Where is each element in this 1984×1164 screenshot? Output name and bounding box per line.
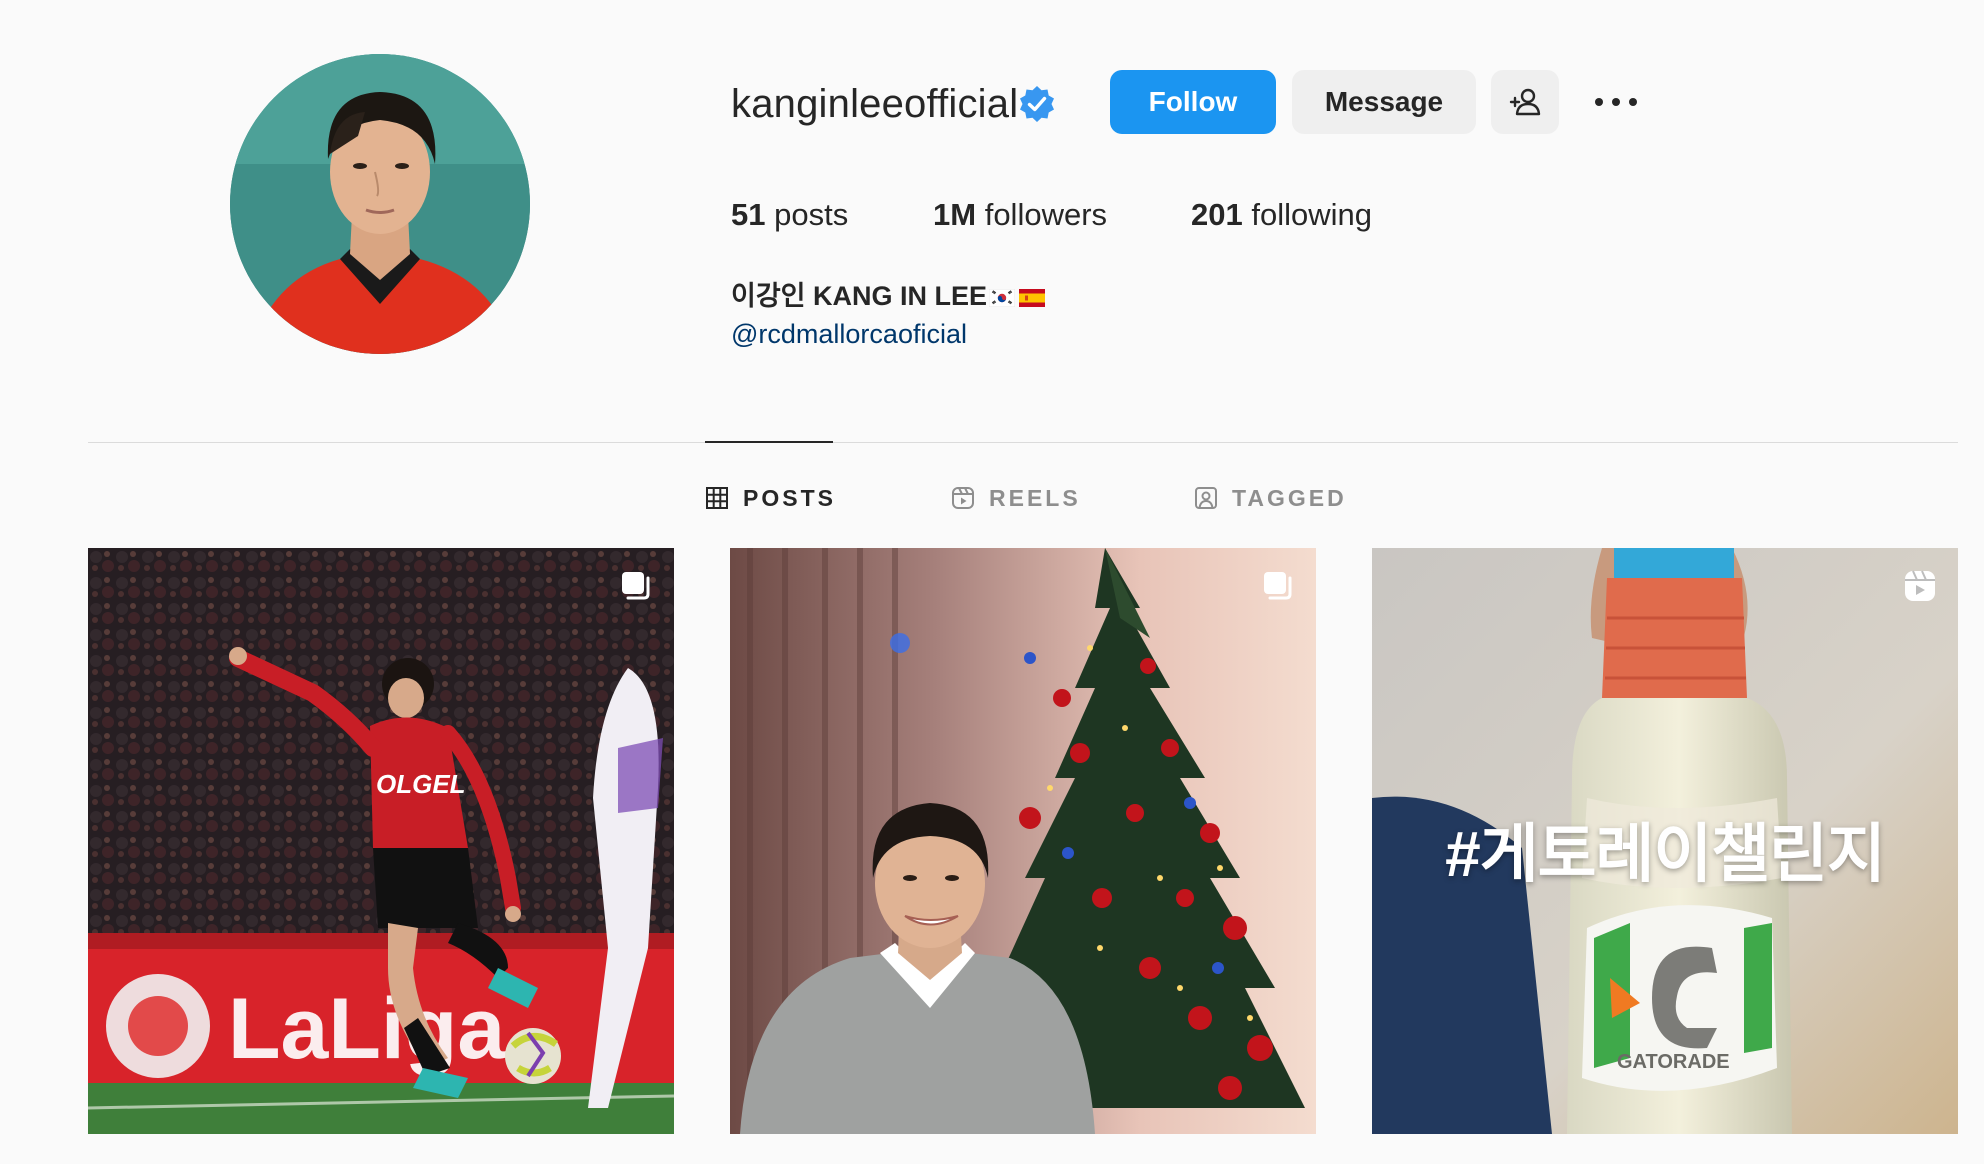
- svg-text:LaLiga: LaLiga: [228, 981, 506, 1077]
- man-beside-christmas-tree-photo: [730, 548, 1316, 1134]
- carousel-icon: [622, 572, 650, 600]
- profile-page: kanginleeofficial Follow Message 51 post…: [0, 0, 1984, 1164]
- bio-flags: [989, 288, 1046, 307]
- followers-count-value: 1M: [933, 197, 977, 232]
- tab-posts[interactable]: POSTS: [705, 478, 836, 518]
- svg-text:OLGEL: OLGEL: [376, 769, 466, 799]
- post-thumbnail[interactable]: GATORADE #게토레이챌린지: [1372, 548, 1958, 1134]
- tagged-icon: [1195, 487, 1217, 509]
- bio-mention-link[interactable]: @rcdmallorcaoficial: [731, 314, 967, 354]
- profile-username: kanginleeofficial: [731, 82, 1019, 126]
- profile-avatar[interactable]: [230, 54, 530, 354]
- add-person-icon: [1509, 88, 1541, 116]
- tab-reels[interactable]: REELS: [951, 478, 1081, 518]
- tab-tagged-label: TAGGED: [1232, 484, 1347, 511]
- profile-photo: [230, 54, 530, 354]
- tab-tagged[interactable]: TAGGED: [1194, 478, 1347, 518]
- suggested-accounts-button[interactable]: [1491, 70, 1559, 134]
- svg-text:GATORADE: GATORADE: [1617, 1051, 1730, 1073]
- post-thumbnail[interactable]: LaLiga OLGEL: [88, 548, 674, 1134]
- grid-icon: [706, 487, 728, 509]
- more-horizontal-icon: [1595, 98, 1637, 106]
- posts-count-value: 51: [731, 197, 766, 232]
- reels-icon: [952, 487, 974, 509]
- tab-posts-label: POSTS: [743, 484, 836, 511]
- verified-badge-icon: [1020, 86, 1054, 122]
- followers-count[interactable]: 1M followers: [933, 190, 1107, 240]
- reel-icon: [1905, 570, 1935, 601]
- footballer-kicking-ball-photo: LaLiga OLGEL: [88, 548, 674, 1134]
- message-button[interactable]: Message: [1292, 70, 1476, 134]
- following-count-value: 201: [1191, 197, 1243, 232]
- bio-name-text: 이강인 KANG IN LEE: [731, 281, 988, 311]
- tabs-divider: [88, 442, 1958, 443]
- follow-button[interactable]: Follow: [1110, 70, 1276, 134]
- more-options-button[interactable]: [1590, 82, 1642, 122]
- followers-count-label: followers: [984, 197, 1108, 232]
- tab-reels-label: REELS: [989, 484, 1081, 511]
- carousel-icon: [1264, 572, 1292, 600]
- active-tab-indicator: [705, 441, 833, 443]
- posts-count: 51 posts: [731, 190, 848, 240]
- following-count-label: following: [1251, 197, 1372, 232]
- spain-flag-icon: [1019, 288, 1046, 307]
- post-overlay-text: #게토레이챌린지: [1445, 818, 1886, 890]
- south-korea-flag-icon: [989, 288, 1016, 307]
- posts-count-label: posts: [774, 197, 849, 232]
- bio-full-name: 이강인 KANG IN LEE: [731, 276, 1046, 316]
- post-thumbnail[interactable]: [730, 548, 1316, 1134]
- following-count[interactable]: 201 following: [1191, 190, 1372, 240]
